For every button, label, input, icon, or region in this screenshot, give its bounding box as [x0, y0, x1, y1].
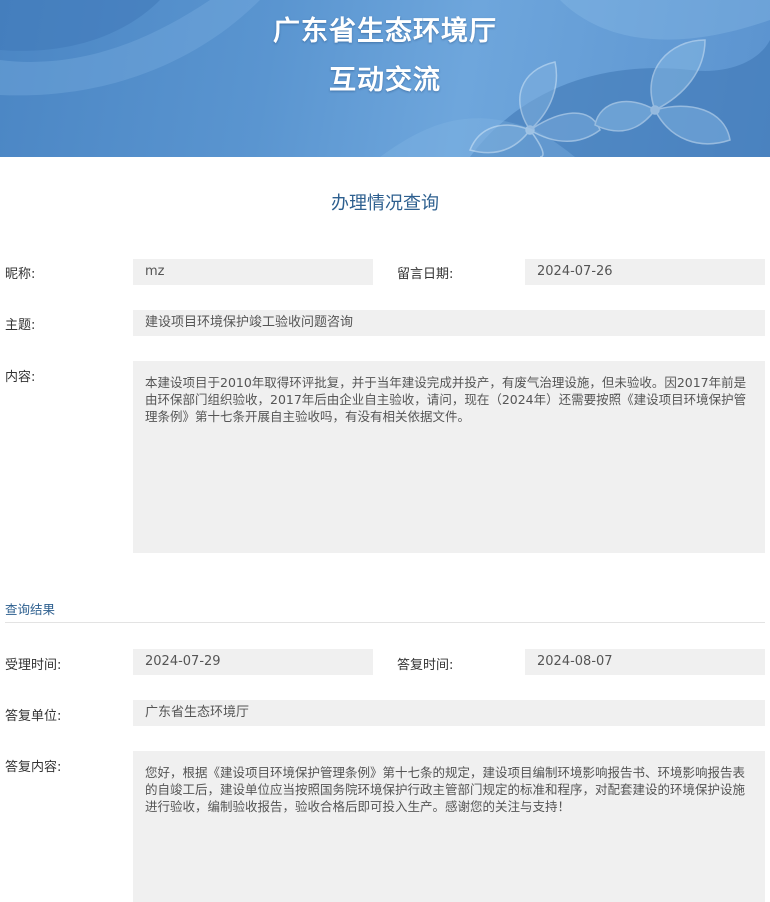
- reply-unit-value: 广东省生态环境厅: [133, 700, 765, 726]
- accept-time-label: 受理时间:: [5, 658, 62, 673]
- nickname-value: mz: [133, 259, 373, 285]
- site-subtitle: 互动交流: [329, 65, 441, 96]
- reply-content-label: 答复内容:: [5, 760, 62, 775]
- header-banner: 广东省生态环境厅 互动交流: [0, 0, 770, 157]
- content-value: 本建设项目于2010年取得环评批复，并于当年建设完成并投产，有废气治理设施，但未…: [133, 361, 765, 553]
- message-date-value: 2024-07-26: [525, 259, 765, 285]
- reply-time-label: 答复时间:: [397, 658, 454, 673]
- nickname-label: 昵称:: [5, 267, 36, 282]
- site-title: 广东省生态环境厅: [273, 16, 497, 47]
- reply-unit-label: 答复单位:: [5, 709, 62, 724]
- subject-label: 主题:: [5, 318, 36, 333]
- subject-value: 建设项目环境保护竣工验收问题咨询: [133, 310, 765, 336]
- reply-content-value: 您好，根据《建设项目环境保护管理条例》第十七条的规定，建设项目编制环境影响报告书…: [133, 751, 765, 902]
- page-title: 办理情况查询: [331, 193, 439, 214]
- content-label: 内容:: [5, 370, 36, 385]
- message-date-label: 留言日期:: [397, 267, 454, 282]
- accept-time-value: 2024-07-29: [133, 649, 373, 675]
- reply-time-value: 2024-08-07: [525, 649, 765, 675]
- query-result-section-title: 查询结果: [5, 602, 56, 617]
- section-divider: [5, 622, 765, 623]
